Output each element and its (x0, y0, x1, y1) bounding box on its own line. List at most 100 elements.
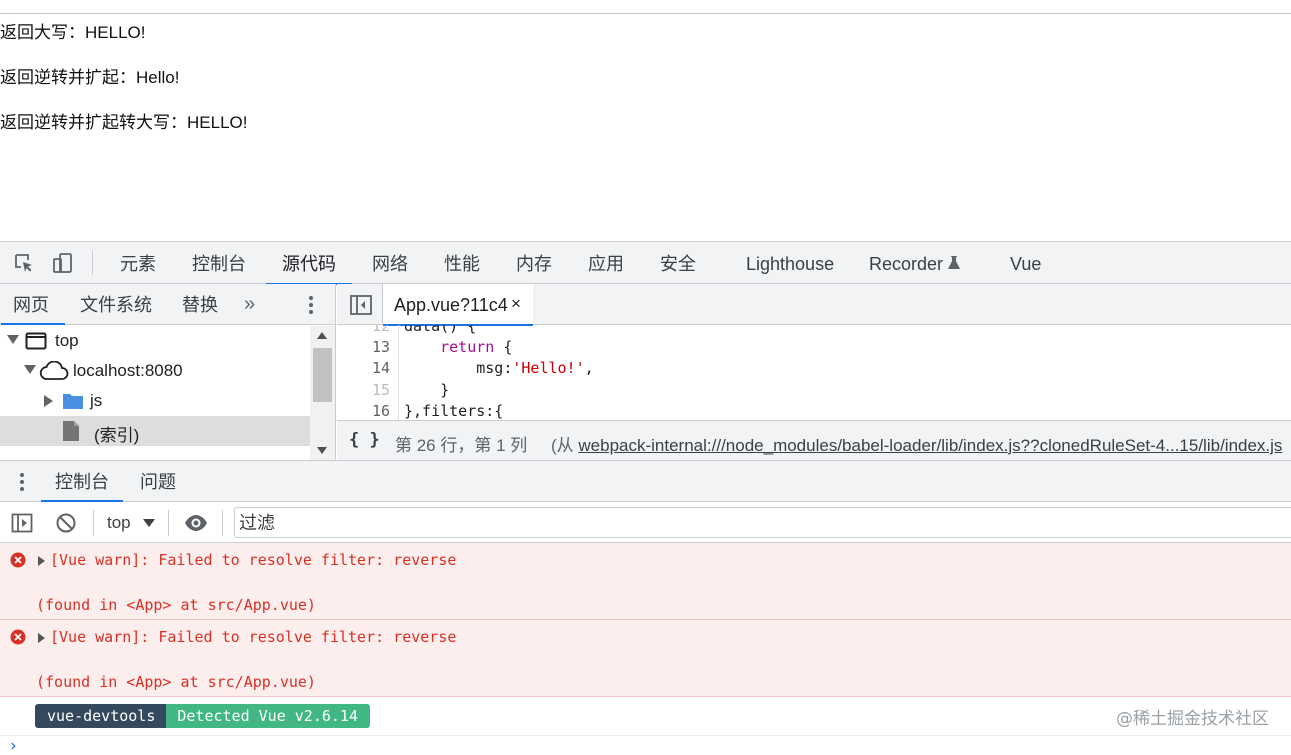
expand-arrow-icon[interactable] (38, 556, 45, 566)
close-tab-icon[interactable]: × (511, 294, 521, 314)
cursor-position: 第 26 行，第 1 列 (395, 436, 528, 455)
page-line-uppercase: 返回大写：HELLO! (0, 23, 146, 42)
badge-vue-devtools: vue-devtools (35, 704, 167, 728)
flask-icon (948, 256, 960, 269)
tree-item-label: js (90, 391, 103, 410)
error-text: [Vue warn]: Failed to resolve filter: re… (50, 628, 457, 646)
expand-arrow-icon[interactable] (38, 633, 45, 643)
source-origin-prefix: (从 (551, 436, 579, 455)
tab-recorder-label: Recorder (869, 254, 944, 274)
error-icon (10, 629, 26, 645)
frame-icon (25, 332, 47, 350)
tab-memory[interactable]: 内存 (516, 242, 552, 284)
device-toolbar-icon[interactable] (52, 252, 74, 274)
tree-item-localhost[interactable]: localhost:8080 (0, 356, 310, 386)
code-line: },filters:{ (404, 402, 504, 420)
collapse-arrow-icon[interactable] (44, 395, 53, 407)
context-selector[interactable]: top (107, 513, 131, 533)
inspect-element-icon[interactable] (13, 252, 35, 274)
toolbar-separator (222, 510, 223, 536)
drawer-tabs: 控制台 问题 (0, 461, 1291, 502)
page-line-reversed-uppercase: 返回逆转并扩起转大写：HELLO! (0, 113, 248, 132)
code-line: return { (404, 338, 512, 356)
error-icon (10, 552, 26, 568)
page-top-border (0, 13, 1291, 14)
badge-detected-vue: Detected Vue v2.6.14 (166, 704, 370, 728)
console-error-message[interactable]: [Vue warn]: Failed to resolve filter: re… (0, 620, 1291, 697)
filter-input[interactable] (239, 511, 1279, 535)
tree-item-partial (0, 446, 310, 460)
cloud-icon (39, 361, 69, 380)
tab-performance[interactable]: 性能 (444, 242, 480, 284)
tree-item-index[interactable]: (索引) (0, 416, 310, 446)
code-keyword: return (440, 338, 495, 356)
tab-elements[interactable]: 元素 (120, 242, 156, 284)
console-error-message[interactable]: [Vue warn]: Failed to resolve filter: re… (0, 543, 1291, 620)
error-detail: (found in <App> at src/App.vue) (36, 596, 316, 614)
live-expression-eye-icon[interactable] (184, 512, 208, 534)
editor-tab-app-vue[interactable]: App.vue?11c4 × (383, 284, 533, 326)
tree-item-label: (索引) (94, 426, 140, 445)
page-line-reversed: 返回逆转并扩起：Hello! (0, 68, 180, 87)
code-text: msg: (476, 359, 513, 377)
editor-tabs: App.vue?11c4 × (337, 284, 1291, 326)
tab-lighthouse[interactable]: Lighthouse (746, 242, 834, 284)
expand-arrow-icon[interactable] (24, 365, 36, 374)
line-number-gutter: 12 13 14 15 16 (337, 325, 399, 420)
file-tree: top localhost:8080 js (索引) (0, 326, 310, 460)
page-content: 返回大写：HELLO! 返回逆转并扩起：Hello! 返回逆转并扩起转大写：HE… (0, 0, 1291, 241)
drawer-menu-icon[interactable] (14, 471, 30, 493)
sources-editor: App.vue?11c4 × 12 13 14 15 16 data() { r… (337, 284, 1291, 460)
line-number: 12 (371, 325, 390, 335)
line-number: 14 (371, 359, 390, 377)
scroll-down-icon[interactable] (317, 447, 327, 454)
code-line: msg:'Hello!', (404, 359, 593, 377)
tab-vue[interactable]: Vue (1010, 242, 1041, 284)
file-icon (63, 421, 79, 441)
scrollbar-thumb[interactable] (313, 348, 332, 402)
error-text: [Vue warn]: Failed to resolve filter: re… (50, 551, 457, 569)
code-view[interactable]: 12 13 14 15 16 data() { return { msg:'He… (337, 325, 1291, 420)
navigator-tab-overrides[interactable]: 替换 (182, 284, 218, 324)
tab-console[interactable]: 控制台 (192, 242, 246, 284)
tree-item-top[interactable]: top (0, 326, 310, 356)
console-filter[interactable] (234, 507, 1291, 538)
tab-sources[interactable]: 源代码 (266, 242, 352, 285)
expand-arrow-icon[interactable] (7, 335, 19, 344)
navigator-more-tabs-button[interactable]: » (244, 284, 255, 324)
sources-navigator: 网页 文件系统 替换 » top localhost:8080 js (索引) (0, 284, 336, 460)
editor-status-bar: { } 第 26 行，第 1 列 (从 webpack-internal:///… (337, 420, 1291, 460)
console-toolbar: top (0, 502, 1291, 543)
navigator-scrollbar[interactable] (310, 326, 335, 460)
code-text: { (494, 338, 513, 356)
navigator-menu-icon[interactable] (303, 294, 319, 316)
tab-recorder[interactable]: Recorder (869, 242, 960, 284)
prompt-chevron-icon: › (10, 736, 17, 755)
line-number: 15 (371, 381, 390, 399)
clear-console-icon[interactable] (55, 512, 77, 534)
drawer-tab-console[interactable]: 控制台 (41, 461, 123, 502)
code-string: 'Hello!' (512, 359, 585, 377)
navigator-tabs: 网页 文件系统 替换 » (0, 284, 335, 325)
vue-devtools-badge: vue-devtools Detected Vue v2.6.14 (35, 704, 370, 728)
toggle-navigator-icon[interactable] (349, 294, 373, 316)
chevron-down-icon[interactable] (143, 519, 155, 527)
tab-network[interactable]: 网络 (372, 242, 408, 284)
devtools-panel: 元素 控制台 源代码 网络 性能 内存 应用 安全 Lighthouse Rec… (0, 241, 1291, 755)
scroll-up-icon[interactable] (317, 332, 327, 339)
tab-application[interactable]: 应用 (588, 242, 624, 284)
tree-item-label: top (55, 331, 79, 350)
navigator-tab-page[interactable]: 网页 (1, 284, 65, 325)
drawer-tab-issues[interactable]: 问题 (140, 461, 176, 501)
source-origin-link[interactable]: webpack-internal:///node_modules/babel-l… (578, 436, 1282, 455)
tree-item-js-folder[interactable]: js (0, 386, 310, 416)
line-number: 16 (371, 402, 390, 420)
console-prompt[interactable]: › (0, 735, 1291, 755)
tree-item-label: localhost:8080 (73, 361, 183, 380)
pretty-print-button[interactable]: { } (349, 430, 380, 450)
code-line: } (404, 381, 450, 399)
navigator-tab-filesystem[interactable]: 文件系统 (80, 284, 152, 324)
tab-security[interactable]: 安全 (660, 242, 696, 284)
source-origin: (从 webpack-internal:///node_modules/babe… (551, 431, 1282, 456)
show-sidebar-icon[interactable] (11, 512, 33, 534)
